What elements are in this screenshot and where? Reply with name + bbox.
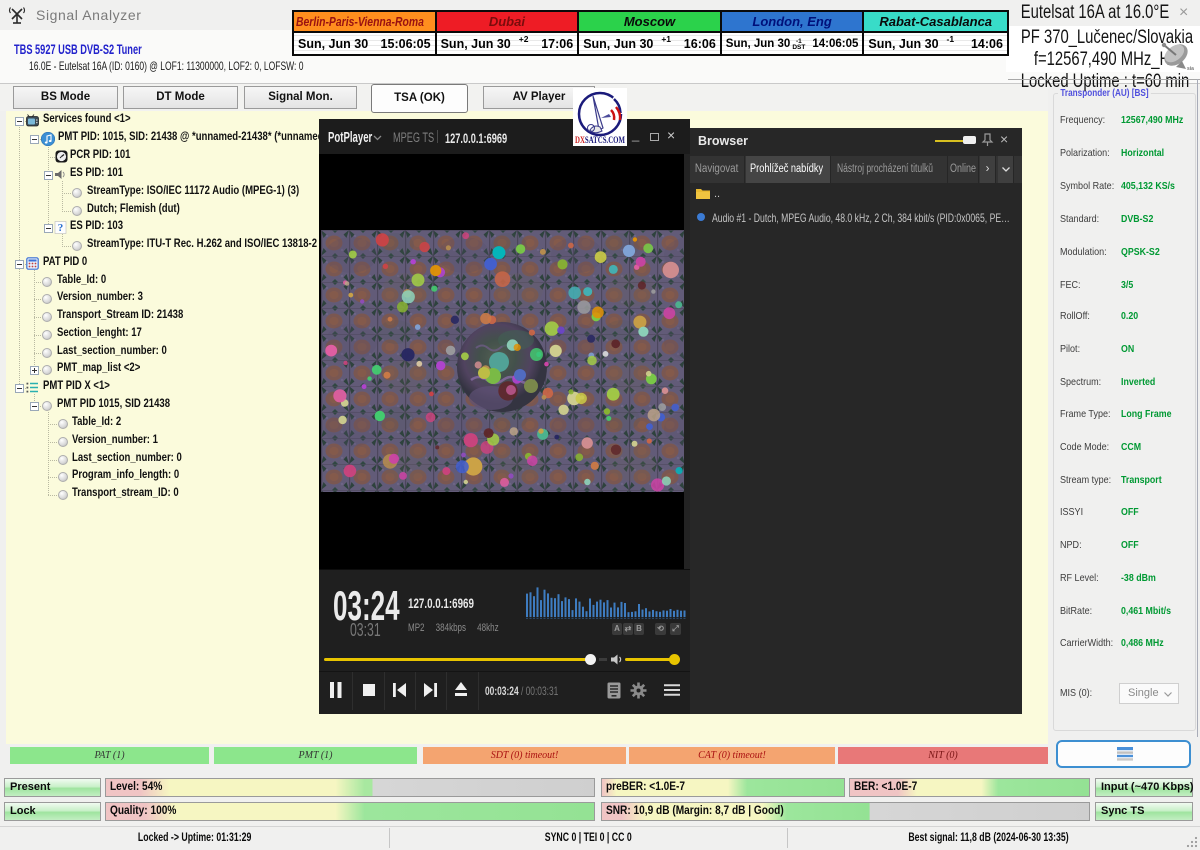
svg-text:DXSATCS.COM: DXSATCS.COM — [575, 136, 625, 146]
svg-text:?: ? — [58, 222, 64, 234]
svg-text:sia: sia — [1187, 66, 1194, 71]
